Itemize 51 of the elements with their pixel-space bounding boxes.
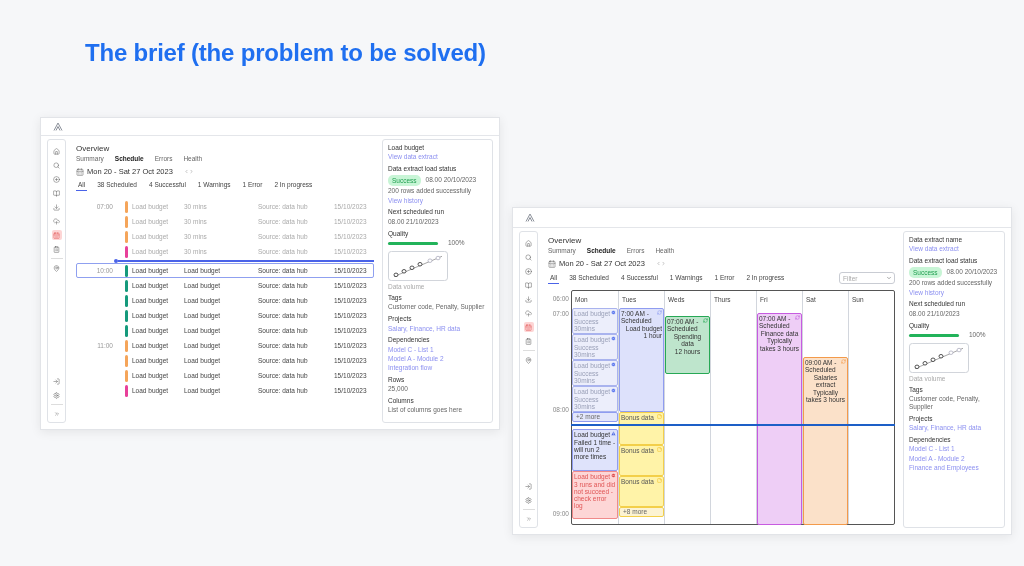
clipboard-icon[interactable]	[51, 244, 62, 254]
map-pin-icon[interactable]	[523, 355, 534, 365]
search-icon[interactable]	[51, 160, 62, 170]
settings-icon[interactable]	[523, 495, 534, 505]
chevron-right-icon[interactable]	[188, 169, 194, 174]
page-heading: The brief (the problem to be solved)	[85, 39, 487, 67]
page-title: Overview	[548, 236, 583, 245]
line-chart-drawing	[909, 343, 969, 374]
note-icon	[657, 478, 662, 483]
cloud-upload-icon[interactable]	[51, 216, 62, 226]
check-circle-icon	[611, 388, 616, 393]
check-circle-icon	[611, 362, 616, 367]
plus-circle-icon[interactable]	[523, 266, 534, 276]
logo-icon	[525, 213, 535, 222]
settings-icon[interactable]	[51, 390, 62, 400]
quality-bar	[909, 333, 959, 337]
home-icon[interactable]	[523, 238, 534, 248]
refresh-icon	[795, 315, 800, 320]
check-circle-icon	[611, 336, 616, 341]
book-icon[interactable]	[523, 280, 534, 290]
clipboard-icon[interactable]	[523, 336, 534, 346]
book-icon[interactable]	[51, 188, 62, 198]
calendar-icon[interactable]	[523, 322, 534, 332]
chevron-left-icon[interactable]	[655, 261, 661, 266]
search-icon[interactable]	[523, 252, 534, 262]
login-icon[interactable]	[51, 376, 62, 386]
refresh-icon	[703, 318, 708, 323]
quality-bar	[388, 241, 438, 245]
chevron-down-icon	[886, 275, 892, 281]
download-icon[interactable]	[51, 202, 62, 212]
cloud-upload-icon[interactable]	[523, 308, 534, 318]
minus-circle-icon	[611, 473, 616, 478]
refresh-icon	[841, 359, 846, 364]
map-pin-icon[interactable]	[51, 263, 62, 273]
download-icon[interactable]	[523, 294, 534, 304]
plus-circle-icon[interactable]	[51, 174, 62, 184]
calendar-icon	[76, 167, 84, 176]
warning-icon	[611, 431, 616, 436]
chevron-left-icon[interactable]	[183, 169, 189, 174]
note-icon	[657, 447, 662, 452]
calendar-icon	[548, 259, 556, 268]
logo-icon	[53, 122, 63, 131]
line-chart-drawing	[388, 251, 448, 282]
home-icon[interactable]	[51, 146, 62, 156]
chevron-right-icon[interactable]	[660, 261, 666, 266]
note-icon	[657, 414, 662, 419]
check-circle-icon	[611, 310, 616, 315]
login-icon[interactable]	[523, 481, 534, 491]
refresh-icon	[657, 310, 662, 315]
calendar-icon[interactable]	[51, 230, 62, 240]
page-title: Overview	[76, 144, 111, 153]
